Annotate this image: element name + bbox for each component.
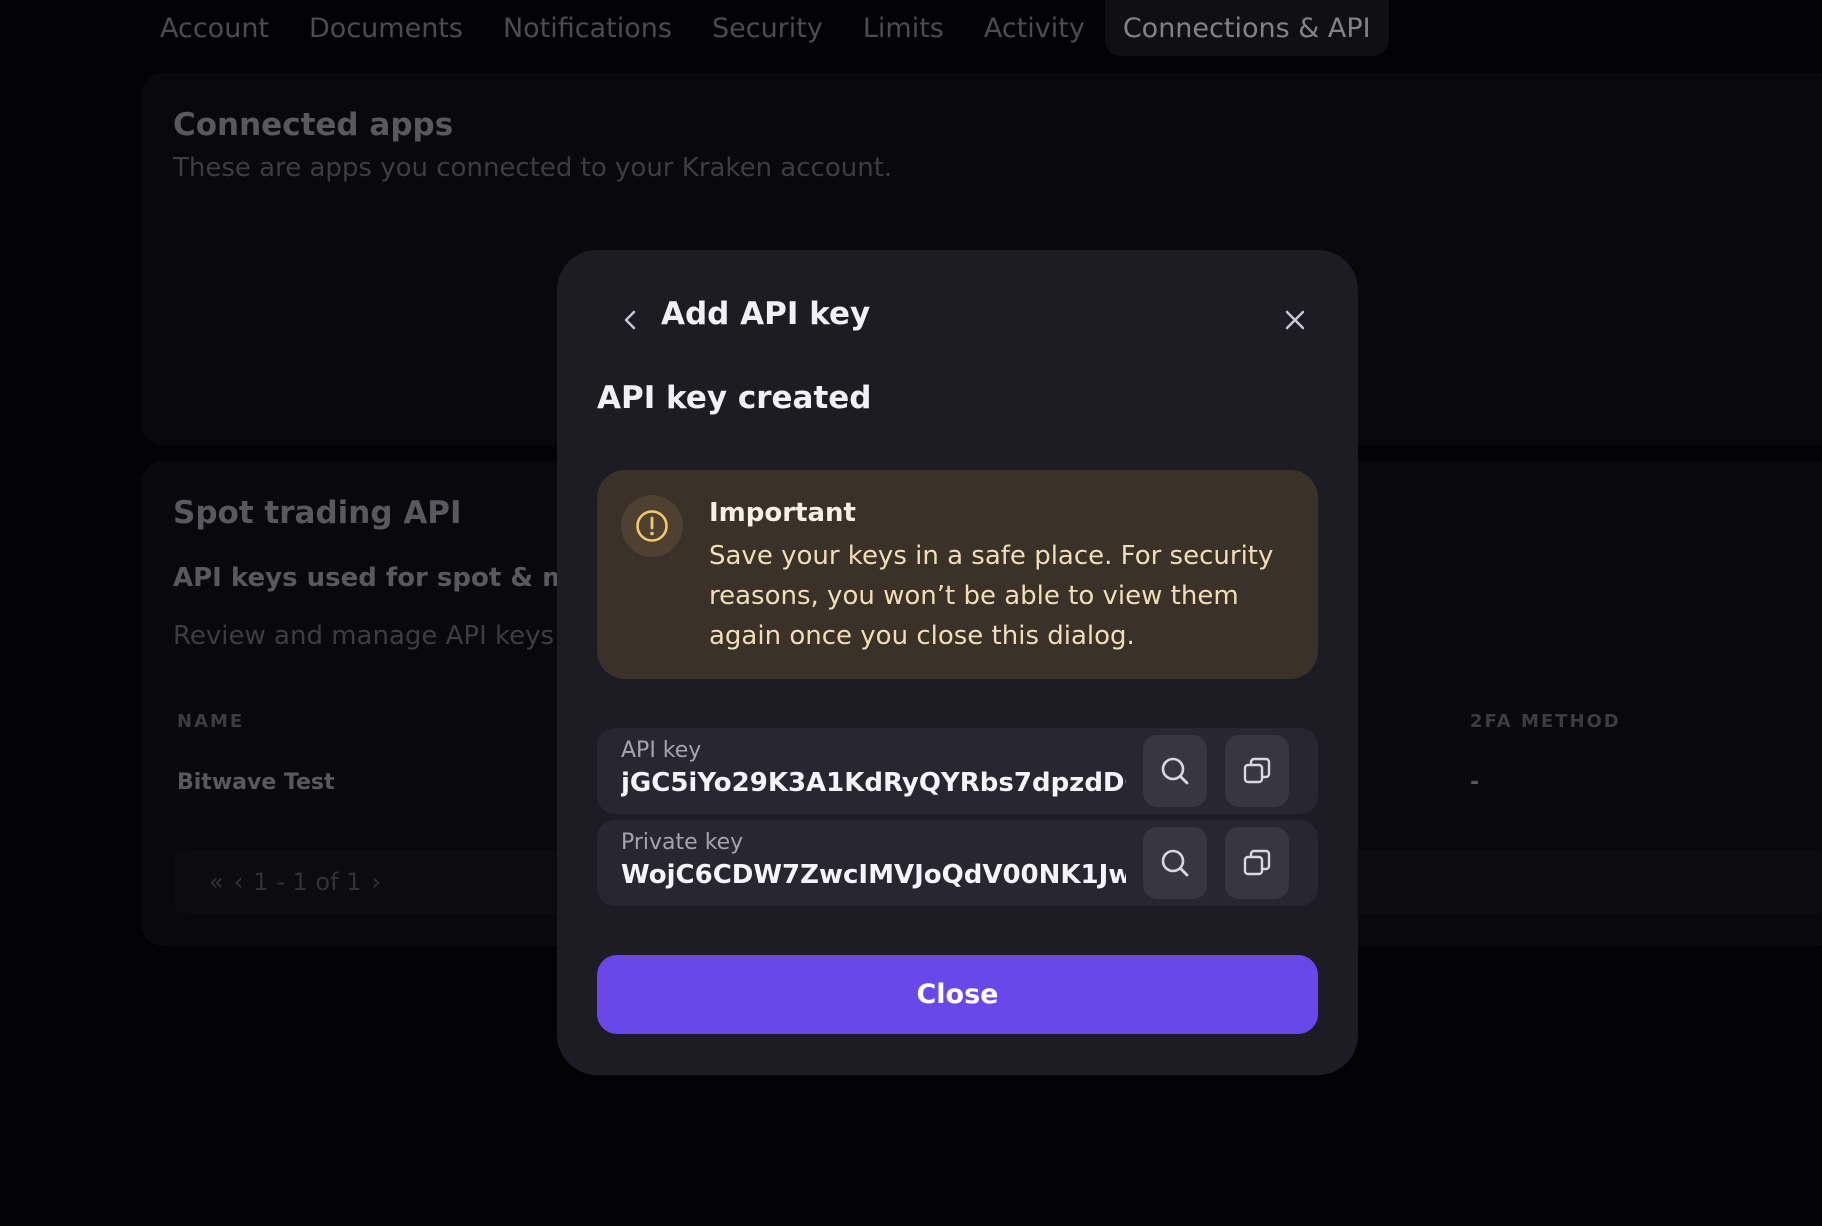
close-dialog-button[interactable] [1273,298,1317,342]
api-key-field: API key jGC5iYo29K3A1KdRyQYRbs7dpzdD0c [597,728,1318,814]
copy-api-key-button[interactable] [1225,735,1289,807]
close-icon [1285,310,1305,330]
close-button[interactable]: Close [597,955,1318,1034]
exclamation-circle-icon [621,495,683,557]
copy-icon [1243,757,1271,784]
add-api-key-dialog: Add API key API key created Important Sa… [557,250,1358,1075]
api-key-value[interactable]: jGC5iYo29K3A1KdRyQYRbs7dpzdD0c [621,768,1126,798]
private-key-label: Private key [621,830,744,855]
copy-icon [1243,849,1271,876]
api-key-created-heading: API key created [597,380,872,416]
dialog-title: Add API key [661,296,871,332]
important-alert: Important Save your keys in a safe place… [597,470,1318,679]
private-key-value[interactable]: WojC6CDW7ZwcIMVJoQdV00NK1JwC [621,860,1126,890]
private-key-field: Private key WojC6CDW7ZwcIMVJoQdV00NK1JwC [597,820,1318,906]
reveal-api-key-button[interactable] [1143,735,1207,807]
api-key-label: API key [621,738,702,763]
alert-title: Important [709,498,856,528]
back-button[interactable] [609,298,653,342]
alert-text: Save your keys in a safe place. For secu… [709,541,1274,651]
chevron-left-icon [624,310,636,330]
reveal-private-key-button[interactable] [1143,827,1207,899]
search-icon [1161,757,1189,785]
copy-private-key-button[interactable] [1225,827,1289,899]
search-icon [1161,849,1189,877]
